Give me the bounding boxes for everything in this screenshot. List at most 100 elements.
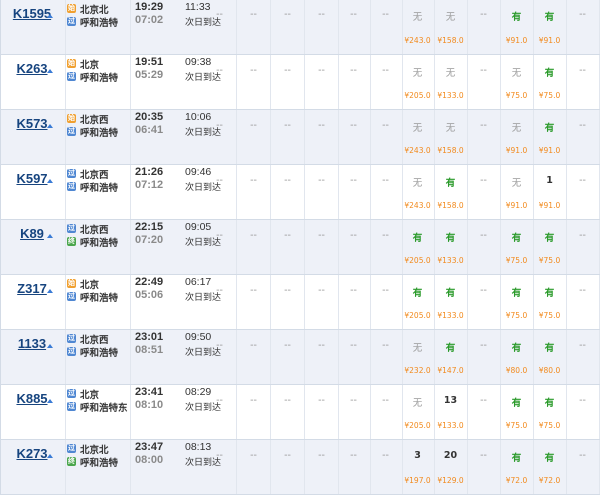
column-divider (370, 440, 371, 495)
column-divider (270, 275, 271, 330)
seat-availability-c10[interactable]: 无 (500, 65, 533, 79)
seat-availability-c7[interactable]: 无 (401, 395, 434, 409)
column-divider (434, 0, 435, 55)
column-divider (402, 165, 403, 220)
seat-price-c7: ¥197.0 (404, 476, 431, 485)
to-station-type-icon: 过 (67, 347, 76, 356)
column-divider (434, 165, 435, 220)
seat-availability-c7[interactable]: 有 (401, 285, 434, 299)
seat-availability-c7[interactable]: 无 (401, 9, 434, 23)
seat-availability-c11[interactable]: 有 (533, 9, 566, 23)
column-divider (270, 110, 271, 165)
from-station: 北京西 (80, 115, 109, 126)
column-divider (0, 440, 1, 495)
expand-stops-icon[interactable] (47, 124, 53, 128)
seat-availability-c10[interactable]: 无 (500, 175, 533, 189)
seat-availability-c11[interactable]: 有 (533, 120, 566, 134)
column-divider (65, 55, 66, 110)
seat-availability-c8[interactable]: 13 (434, 395, 467, 406)
expand-stops-icon[interactable] (47, 234, 53, 238)
expand-stops-icon[interactable] (47, 14, 53, 18)
column-divider (370, 165, 371, 220)
seat-availability-c1: -- (216, 450, 223, 461)
column-divider (236, 165, 237, 220)
seat-availability-c11[interactable]: 有 (533, 285, 566, 299)
column-divider (533, 385, 534, 440)
seat-availability-c7[interactable]: 无 (401, 340, 434, 354)
column-divider (130, 330, 131, 385)
column-divider (434, 330, 435, 385)
travel-duration: 08:00 (135, 454, 164, 466)
seat-availability-c5: -- (350, 65, 357, 76)
seat-availability-c8[interactable]: 20 (434, 450, 467, 461)
seat-availability-c11[interactable]: 有 (533, 395, 566, 409)
train-row: K1595 始北京北过呼和浩特 19:29 07:02 11:33 次日到达 -- -- -- -… (0, 0, 600, 55)
expand-stops-icon[interactable] (47, 69, 53, 73)
seat-availability-c8[interactable]: 无 (434, 65, 467, 79)
seat-availability-c10[interactable]: 有 (500, 230, 533, 244)
seat-availability-c11[interactable]: 有 (533, 65, 566, 79)
seat-availability-c8[interactable]: 无 (434, 120, 467, 134)
column-divider (370, 0, 371, 55)
column-divider (467, 0, 468, 55)
seat-availability-c7[interactable]: 无 (401, 65, 434, 79)
seat-price-c11: ¥75.0 (538, 256, 561, 265)
seat-price-c8: ¥147.0 (437, 366, 464, 375)
column-divider (270, 330, 271, 385)
seat-availability-c2: -- (250, 285, 257, 296)
seat-availability-c11[interactable]: 有 (533, 450, 566, 464)
seat-availability-c10[interactable]: 有 (500, 9, 533, 23)
seat-availability-c10[interactable]: 有 (500, 395, 533, 409)
column-divider (65, 330, 66, 385)
seat-availability-c10[interactable]: 有 (500, 340, 533, 354)
seat-availability-c8[interactable]: 有 (434, 230, 467, 244)
seat-price-c11: ¥75.0 (538, 91, 561, 100)
seat-availability-c7[interactable]: 有 (401, 230, 434, 244)
column-divider (338, 385, 339, 440)
seat-price-c11: ¥91.0 (538, 36, 561, 45)
seat-availability-c8[interactable]: 有 (434, 340, 467, 354)
column-divider (467, 385, 468, 440)
column-divider (467, 165, 468, 220)
seat-availability-c10[interactable]: 无 (500, 120, 533, 134)
expand-stops-icon[interactable] (47, 344, 53, 348)
seat-availability-c4: -- (318, 285, 325, 296)
train-price-row: ¥205.0 ¥133.0 ¥75.0 ¥75.0 (0, 412, 600, 440)
column-divider (500, 385, 501, 440)
column-divider (130, 440, 131, 495)
travel-duration: 08:51 (135, 344, 164, 356)
from-station: 北京北 (80, 5, 109, 16)
seat-availability-c7[interactable]: 无 (401, 120, 434, 134)
from-station-type-icon: 始 (67, 114, 76, 123)
column-divider (402, 55, 403, 110)
column-divider (402, 0, 403, 55)
seat-availability-c10[interactable]: 有 (500, 450, 533, 464)
seat-availability-c8[interactable]: 有 (434, 175, 467, 189)
expand-stops-icon[interactable] (47, 289, 53, 293)
expand-stops-icon[interactable] (47, 179, 53, 183)
seat-availability-c1: -- (216, 340, 223, 351)
seat-availability-c11[interactable]: 有 (533, 230, 566, 244)
seat-availability-c12: -- (579, 65, 586, 76)
expand-stops-icon[interactable] (47, 399, 53, 403)
seat-availability-c7[interactable]: 3 (401, 450, 434, 461)
seat-availability-c11[interactable]: 有 (533, 340, 566, 354)
departure-time: 23:47 (135, 441, 164, 453)
seat-availability-c7[interactable]: 无 (401, 175, 434, 189)
column-divider (402, 330, 403, 385)
seat-availability-c8[interactable]: 无 (434, 9, 467, 23)
seat-price-c10: ¥75.0 (505, 311, 528, 320)
column-divider (467, 55, 468, 110)
seat-availability-c11[interactable]: 1 (533, 175, 566, 186)
column-divider (304, 220, 305, 275)
seat-availability-c8[interactable]: 有 (434, 285, 467, 299)
column-divider (270, 55, 271, 110)
seat-availability-c5: -- (350, 395, 357, 406)
train-price-row: ¥243.0 ¥158.0 ¥91.0 ¥91.0 (0, 192, 600, 220)
expand-stops-icon[interactable] (47, 454, 53, 458)
column-divider (338, 220, 339, 275)
seat-availability-c5: -- (350, 120, 357, 131)
column-divider (533, 275, 534, 330)
seat-availability-c5: -- (350, 230, 357, 241)
seat-availability-c10[interactable]: 有 (500, 285, 533, 299)
